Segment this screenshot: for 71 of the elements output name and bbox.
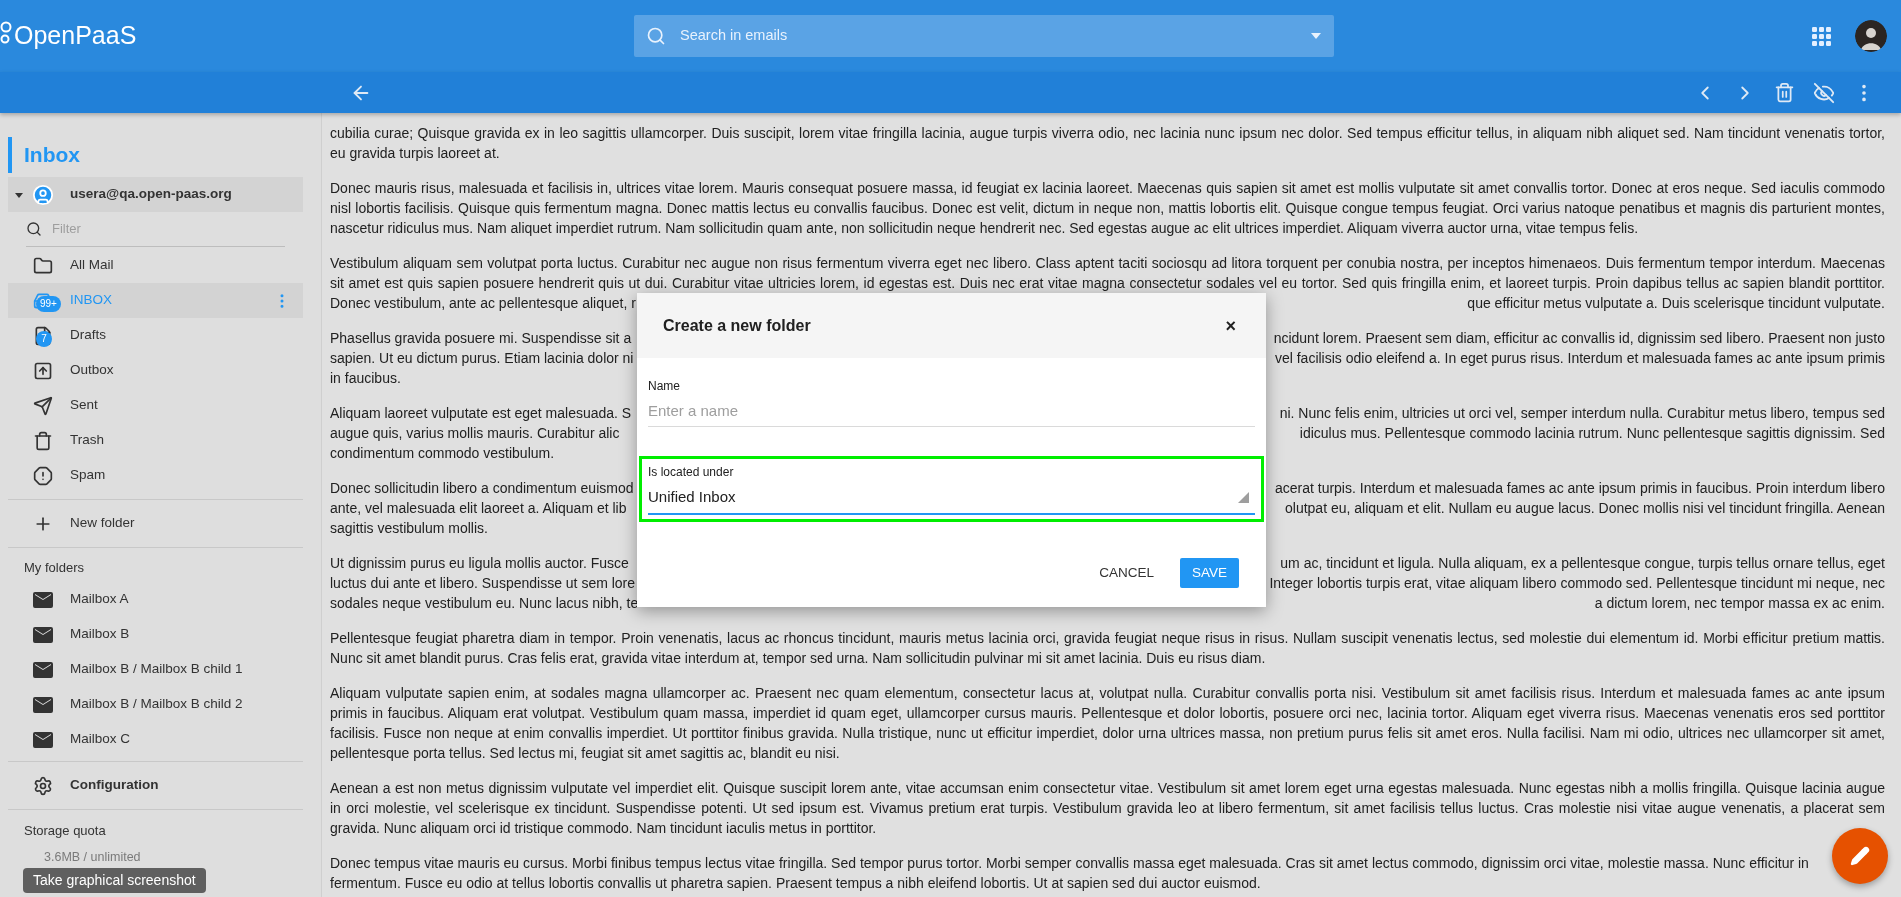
new-folder-button[interactable]: New folder <box>8 506 303 541</box>
text-line: pellentesque porta tellus. Sed lectus mi, feugiat sit amet sagittis ac, blandit eu nisi. <box>330 744 840 763</box>
mailbox-item[interactable]: All Mail <box>8 248 303 283</box>
text-line: condimentum commodo vestibulum. <box>330 444 555 463</box>
folder-item[interactable]: Mailbox C <box>8 722 303 757</box>
text-line: sagittis vestibulum mollis. <box>330 519 488 538</box>
account-email: usera@qa.open-paas.org <box>70 185 232 204</box>
storage-heading: Storage quota <box>24 822 107 840</box>
mailbox-item[interactable]: Trash <box>8 423 303 458</box>
text-line: ncidunt lorem. Praesent sem diam, efficitur ac convallis id, dignissim sed libero. Praesent non justo <box>1273 329 1885 348</box>
count-badge: 99+ <box>36 295 61 312</box>
text-line: Pellentesque feugiat pharetra diam in tempor. Proin venenatis, lacus ac rhoncus tincidunt, mauris metus lacinia orci, gravida feugiat neque risus in risus. Nullam suscipit venenatis lectus, sed molestie dui elementum id. Morbi efficitur pretium mattis. <box>330 629 1885 648</box>
mailbox-item[interactable]: Outbox <box>8 353 303 388</box>
text-line: idiculus mus. Pellentesque commodo lacinia rutrum. Nunc pellentesque sagittis dignissim. Sed <box>1299 424 1885 443</box>
text-line: sit amet est quis sapien posuere hendrerit quis ut dui. Curabitur vitae ultricies lorem, id egestas est. Duis nec erat vitae magna consectetur sodales vel eu tortor. Sed quis fringilla enim, et laoreet turpis. Proin dapibus tellus ac sapien blandit porttitor. <box>330 274 1885 293</box>
configuration-item[interactable]: Configuration <box>8 768 303 803</box>
text-line: Integer lobortis turpis erat, vitae aliquam libero commodo sed. Pellentesque tincidunt mi neque, nec <box>1269 574 1885 593</box>
storage-usage: 3.6MB / unlimited <box>43 849 142 866</box>
text-line: sodales neque vestibulum eu. Nunc lacus nibh, te <box>330 594 639 613</box>
text-line: Donec mauris risus, malesuada et facilisis in, ultrices vitae lorem. Mauris consequat posuere massa, id feugiat ex lacinia laoreet. Maecenas quis sapien sit amet est mollis vulputate sit amet convallis tortor. Donec at eros neque. Sed iaculis commodo <box>330 179 1885 198</box>
folder-item[interactable]: Mailbox A <box>8 582 303 617</box>
mailbox-item[interactable]: Spam <box>8 458 303 493</box>
sidebar-title: Inbox <box>24 142 80 169</box>
field-label: Is located under <box>648 464 735 481</box>
text-line: Aenean a est non metus dignissim vulputate vel imperdiet elit. Quisque suscipit lorem ante, vitae accumsan enim consectetur vitae. Vestibulum sit amet lorem eget urna egestas malesuada. Nunc egestas nibh a mollis fringilla. Quisque lacinia augue <box>330 779 1885 798</box>
text-line: vel facilisis odio eleifend a. In eget purus risus. Interdum et malesuada fames ac ante ipsum primis <box>1274 349 1885 368</box>
dialog-title: Create a new folder <box>663 315 811 336</box>
field-label: Name <box>648 378 681 395</box>
text-line: augue quis, varius mollis mauris. Curabitur alic <box>330 424 620 443</box>
logo[interactable]: OpenPaaS <box>14 17 137 55</box>
text-line: Donec vestibulum, ante ac pellentesque aliquet, r <box>330 294 636 313</box>
text-line: nascetur ridiculus mus. Nam aliquet imperdiet rutrum. Nam sollicitudin quam ante, non sollicitudin neque hendrerit nec. Sed egestas augue ac elit ultrices imperdiet. Aliquam viverra auctor urna, vitae tempus felis. <box>330 219 1639 238</box>
location-select[interactable]: Unified Inbox <box>648 481 1255 515</box>
text-line: ante, vel malesuada elit laoreet a. Aliquam et lib <box>330 499 627 518</box>
text-line: Phasellus gravida posuere mi. Suspendisse sit a <box>330 329 632 348</box>
text-line: luctus dui ante et libero. Suspendisse ut sem lore <box>330 574 636 593</box>
text-line: Donec sollicitudin libero a condimentum euismod <box>330 479 634 498</box>
text-line: eu gravida turpis laoreet at. <box>330 144 500 163</box>
count-badge: 7 <box>36 330 52 347</box>
folder-item[interactable]: Mailbox B / Mailbox B child 2 <box>8 687 303 722</box>
text-line: sapien. Ut eu dictum purus. Etiam lacinia dolor ni <box>330 349 634 368</box>
close-button[interactable]: × <box>1225 316 1236 335</box>
text-line: Aliquam laoreet vulputate est eget malesuada. S <box>330 404 632 423</box>
name-field[interactable]: Enter a name <box>648 395 1255 427</box>
mailbox-item[interactable]: Sent <box>8 388 303 423</box>
account-row[interactable]: usera@qa.open-paas.org <box>8 177 303 212</box>
cancel-button[interactable]: CANCEL <box>1087 558 1166 588</box>
text-line: in orci molestie, vel scelerisque ex tincidunt. Suspendisse potenti. Ut sed ipsum est. Vivamus pretium erat turpis. Vestibulum gravida leo at libero fermentum, sit amet facilisis tellus luctus. Cras molestie nisi vitae augue venenatis, a placerat sem <box>330 799 1885 818</box>
text-line: Ut dignissim purus eu ligula mollis auctor. Fusce <box>330 554 629 573</box>
text-line: Nunc sit amet blandit purus. Cras felis erat, gravida vitae interdum at, tempor sed urna. Nam sollicitudin pulvinar mi sit amet lacinia. Duis eu risus diam. <box>330 649 1266 668</box>
screenshot-button[interactable]: Take graphical screenshot <box>23 868 206 893</box>
text-line: gravida. Nunc aliquam orci id tristique commodo. Nam tincidunt iaculis metus in porttitor. <box>330 819 877 838</box>
text-line: acerat turpis. Interdum et malesuada fames ac ante ipsum primis in faucibus. Proin interdum libero <box>1274 479 1885 498</box>
text-line: in faucibus. <box>330 369 401 388</box>
text-line: ni. Nunc felis enim, ultricies ut orci vel, semper interdum nulla. Curabitur metus libero, tempus sed <box>1279 404 1885 423</box>
text-line: fermentum. Fusce eu odio at tellus lobortis convallis ut pharetra sapien. Praesent tempus a nibh eleifend lobortis. Ut at sapien sed dui auctor euismod. <box>330 874 1261 893</box>
text-line: um ac, tincidunt et ligula. Nulla aliquam, ex a pellentesque congue, turpis tellus ornare tellus, eget <box>1280 554 1885 573</box>
text-line: nisl lobortis facilisis. Quisque quis fermentum magna. Donec mattis lectus eu convallis faucibus. Donec est velit, dictum in neque non, mattis lobortis elit. Quisque congue tempus feugiat. Orci varius natoque penatibus et magnis dis parturient montes, <box>330 199 1885 218</box>
text-line: Aliquam vulputate sapien enim, at sodales magna ullamcorper ac. Praesent nec quam elementum, consectetur lacus at, volutpat nulla. Curabitur convallis porta nisi. Vestibulum sit amet facilisis risus. Interdum et malesuada fames ac ante ipsum <box>330 684 1885 703</box>
folder-item[interactable]: Mailbox B / Mailbox B child 1 <box>8 652 303 687</box>
text-line: Vestibulum aliquam sem volutpat porta luctus. Curabitur nec augue non risus fermentum viverra eget nec libero. Class aptent taciti sociosqu ad litora torquent per conubia nostra, per inceptos himenaeos. Duis fermentum tempor interdum. Maecenas <box>330 254 1885 273</box>
text-line: Donec tempus vitae mauris eu cursus. Morbi finibus tempus lectus vitae fringilla. Sed tempor purus tortor. Morbi semper convallis massa eget malesuada. Cras sit amet lectus commodo, dignissim orci vitae, molestie massa. Nunc efficitur in <box>330 854 1809 873</box>
text-line: primis in faucibus. Aliquam erat volutpat. Vestibulum quam massa, imperdiet id quam eget, ullamcorper cursus mauris. Pellentesque et dolor lobortis, posuere orci nec, lacinia tortor. Aliquam eget viverra risus. Maecenas venenatis eros sed porttitor <box>330 704 1885 723</box>
text-line: a dictum lorem, nec tempor massa ex ac enim. <box>1594 594 1885 613</box>
section-heading: My folders <box>24 559 84 578</box>
folder-item[interactable]: Mailbox B <box>8 617 303 652</box>
text-line: cubilia curae; Quisque gravida ex in leo sagittis ullamcorper. Duis suscipit, lorem vitae fringilla lacinia, augue turpis viverra odio, nec lacinia nunc ipsum nec dolor. Sed tempus efficitur tellus, in aliquam nibh aliquet sed. Nam tincidunt venenatis tortor, <box>330 124 1885 143</box>
text-line: que efficitur metus vulputate a. Duis scelerisque tincidunt vulputate. <box>1467 294 1885 313</box>
text-line: olutpat eu, aliquam et elit. Nullam eu augue lacus. Donec mollis nisi vel tincidunt fringilla. Aenean <box>1285 499 1885 518</box>
text-line: facilisis. Fusce non neque at enim convallis imperdiet. Ut porttitor finibus gravida. Nulla tristique, nunc ut efficitur imperdiet, dolor urna ultrices massa, non pretium purus felis sit amet eros. Nulla facilisi. Nam mi odio, ultrices nec ullamcorper sit amet, <box>330 724 1885 743</box>
mailbox-item[interactable]: 7 Drafts <box>8 318 303 353</box>
